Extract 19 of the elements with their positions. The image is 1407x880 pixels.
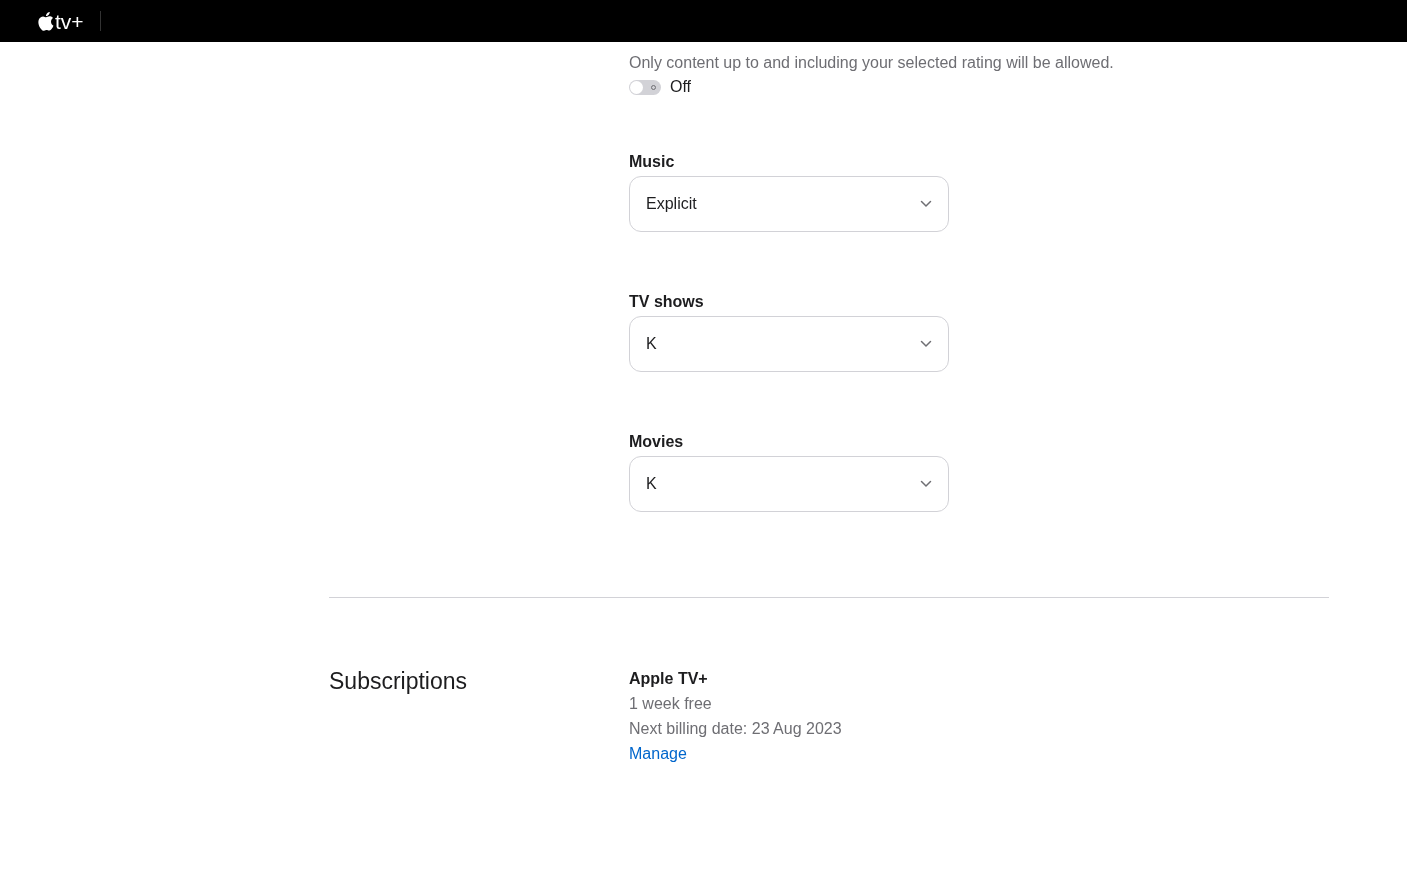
chevron-down-icon: [920, 200, 932, 208]
section-heading: Subscriptions: [329, 668, 469, 696]
toggle-switch[interactable]: [629, 79, 661, 95]
chevron-down-icon: [920, 340, 932, 348]
field-label: Movies: [629, 432, 685, 452]
restriction-description: Only content up to and including your selected rating will be allowed.: [629, 53, 1115, 73]
subscription-name: Apple TV+: [629, 669, 709, 689]
logo-text[interactable]: tv+: [55, 10, 84, 32]
billing-date: Next billing date: 23 Aug 2023: [629, 719, 843, 739]
chevron-down-icon: [920, 480, 932, 488]
toggle-label: Off: [670, 78, 692, 96]
manage-link[interactable]: Manage: [629, 745, 687, 762]
field-label: TV shows: [629, 292, 705, 312]
rating-dropdown[interactable]: Explicit: [629, 176, 949, 232]
apple-logo-icon: [37, 11, 54, 31]
rating-dropdown[interactable]: K: [629, 316, 949, 372]
subscription-plan: 1 week free: [629, 694, 713, 714]
rating-dropdown[interactable]: K: [629, 456, 949, 512]
field-label: Music: [629, 152, 676, 172]
